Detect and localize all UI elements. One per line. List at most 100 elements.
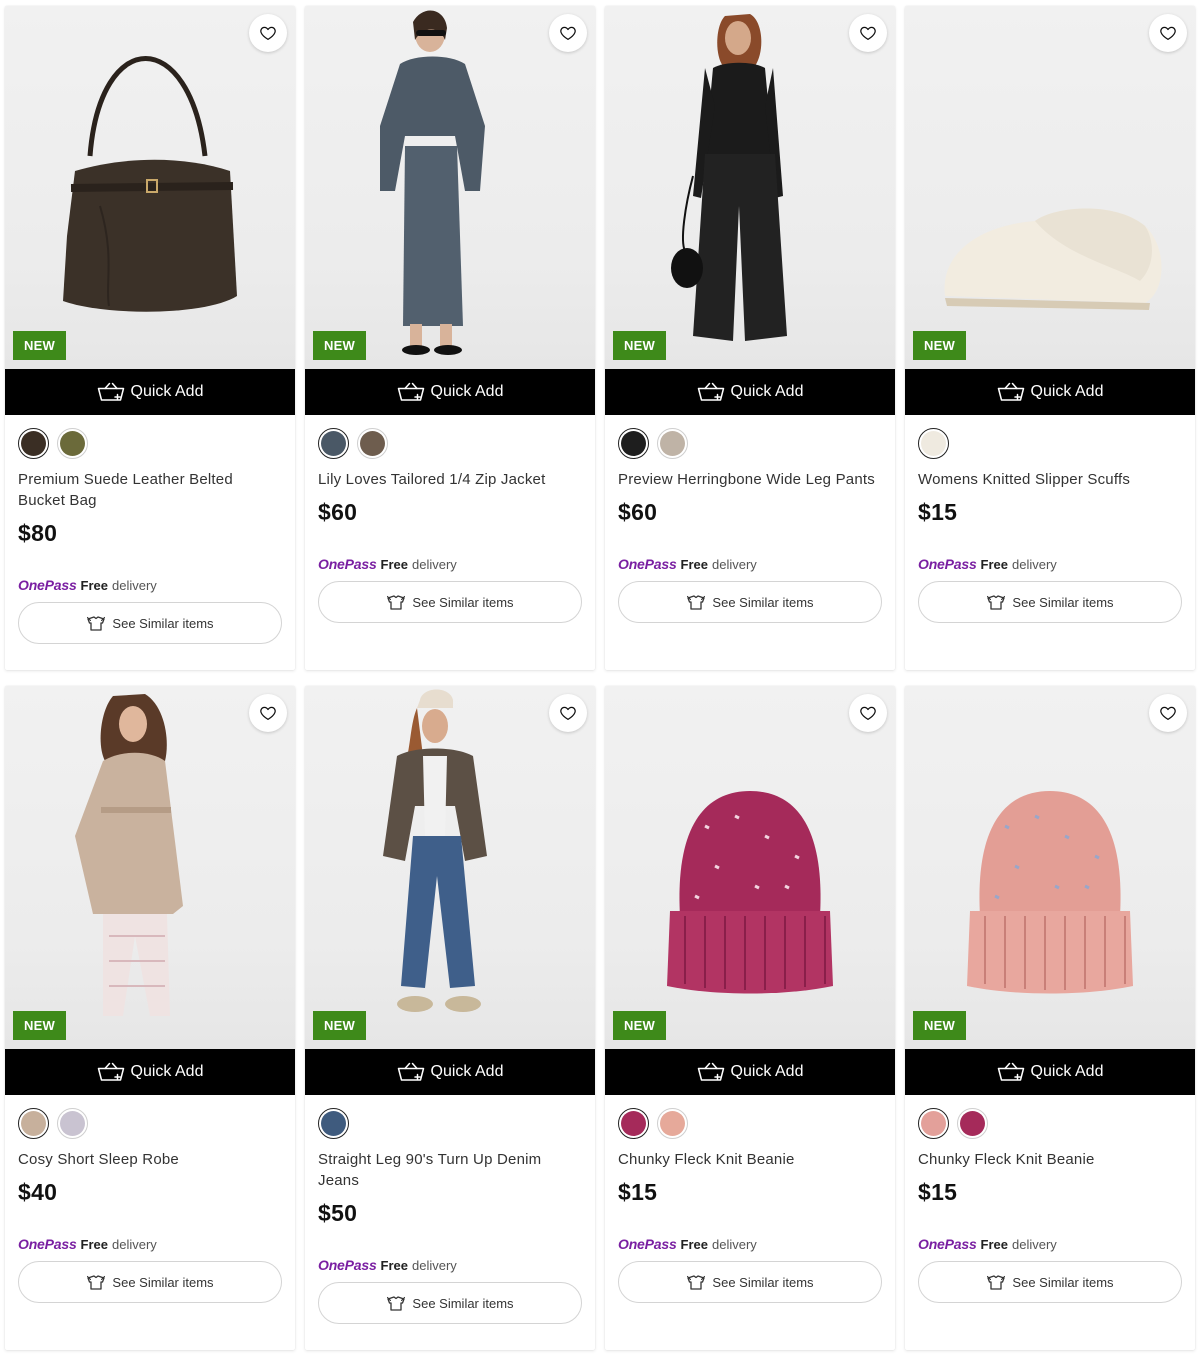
product-card[interactable]: NEW Quick Add Chunky Fleck Knit Beanie $…: [905, 686, 1195, 1350]
similar-items-icon: [87, 616, 106, 631]
free-label: Free: [980, 557, 1008, 572]
free-label: Free: [380, 1258, 408, 1273]
wishlist-button[interactable]: [549, 14, 587, 52]
see-similar-button[interactable]: See Similar items: [918, 581, 1182, 623]
quick-add-button[interactable]: Quick Add: [5, 369, 295, 415]
see-similar-button[interactable]: See Similar items: [618, 581, 882, 623]
onepass-logo: OnePass: [18, 577, 77, 593]
product-image[interactable]: NEW: [305, 686, 595, 1049]
free-label: Free: [380, 557, 408, 572]
product-photo[interactable]: [5, 6, 295, 369]
color-swatch[interactable]: [18, 428, 49, 459]
wishlist-button[interactable]: [249, 14, 287, 52]
product-photo[interactable]: [305, 686, 595, 1049]
quick-add-button[interactable]: Quick Add: [605, 369, 895, 415]
product-price: $60: [618, 499, 658, 525]
see-similar-label: See Similar items: [412, 594, 514, 610]
color-swatch[interactable]: [57, 1108, 88, 1139]
see-similar-button[interactable]: See Similar items: [618, 1261, 882, 1303]
color-swatch[interactable]: [357, 428, 388, 459]
similar-items-icon: [987, 595, 1006, 610]
heart-icon: [560, 706, 576, 721]
quick-add-button[interactable]: Quick Add: [305, 1049, 595, 1095]
onepass-logo: OnePass: [618, 556, 677, 572]
product-title[interactable]: Lily Loves Tailored 1/4 Zip Jacket: [318, 469, 582, 490]
color-swatch[interactable]: [318, 428, 349, 459]
product-image[interactable]: NEW: [605, 686, 895, 1049]
basket-icon: [697, 382, 724, 401]
see-similar-button[interactable]: See Similar items: [18, 602, 282, 644]
color-swatch[interactable]: [618, 428, 649, 459]
color-swatch[interactable]: [318, 1108, 349, 1139]
product-card[interactable]: NEW Quick Add Lily Loves Tailored 1/4 Zi…: [305, 6, 595, 670]
product-card[interactable]: NEW Quick Add Cosy Short Sleep Robe $40 …: [5, 686, 295, 1350]
see-similar-button[interactable]: See Similar items: [18, 1261, 282, 1303]
quick-add-button[interactable]: Quick Add: [905, 369, 1195, 415]
see-similar-button[interactable]: See Similar items: [918, 1261, 1182, 1303]
product-photo[interactable]: [5, 686, 295, 1049]
product-image[interactable]: NEW: [305, 6, 595, 369]
product-title[interactable]: Chunky Fleck Knit Beanie: [918, 1149, 1182, 1170]
product-photo[interactable]: [605, 6, 895, 369]
product-card[interactable]: NEW Quick Add Straight Leg 90's Turn Up …: [305, 686, 595, 1350]
product-image[interactable]: NEW: [605, 6, 895, 369]
product-card[interactable]: NEW Quick Add Premium Suede Leather Belt…: [5, 6, 295, 670]
see-similar-button[interactable]: See Similar items: [318, 1282, 582, 1324]
quick-add-button[interactable]: Quick Add: [305, 369, 595, 415]
color-swatches: [18, 428, 282, 460]
product-card[interactable]: NEW Quick Add Chunky Fleck Knit Beanie $…: [605, 686, 895, 1350]
product-photo[interactable]: [305, 6, 595, 369]
new-badge: NEW: [613, 1011, 666, 1040]
wishlist-button[interactable]: [1149, 14, 1187, 52]
color-swatch-fill: [21, 431, 46, 456]
color-swatch-fill: [60, 1111, 85, 1136]
see-similar-button[interactable]: See Similar items: [318, 581, 582, 623]
color-swatch[interactable]: [18, 1108, 49, 1139]
color-swatches: [918, 1108, 1182, 1140]
delivery-label: delivery: [712, 1237, 757, 1252]
product-price: $80: [18, 520, 58, 546]
see-similar-label: See Similar items: [1012, 594, 1114, 610]
similar-items-icon: [387, 595, 406, 610]
wishlist-button[interactable]: [549, 694, 587, 732]
product-card[interactable]: NEW Quick Add Preview Herringbone Wide L…: [605, 6, 895, 670]
product-title[interactable]: Chunky Fleck Knit Beanie: [618, 1149, 882, 1170]
product-image[interactable]: NEW: [905, 6, 1195, 369]
color-swatch[interactable]: [657, 1108, 688, 1139]
color-swatch[interactable]: [918, 428, 949, 459]
delivery-label: delivery: [112, 578, 157, 593]
quick-add-button[interactable]: Quick Add: [905, 1049, 1195, 1095]
product-image[interactable]: NEW: [5, 686, 295, 1049]
see-similar-label: See Similar items: [712, 594, 814, 610]
product-photo[interactable]: [905, 6, 1195, 369]
product-photo[interactable]: [605, 686, 895, 1049]
onepass-logo: OnePass: [318, 1257, 377, 1273]
wishlist-button[interactable]: [849, 694, 887, 732]
product-title[interactable]: Straight Leg 90's Turn Up Denim Jeans: [318, 1149, 582, 1191]
color-swatch[interactable]: [618, 1108, 649, 1139]
new-badge: NEW: [613, 331, 666, 360]
color-swatch[interactable]: [918, 1108, 949, 1139]
product-price: $40: [18, 1179, 58, 1205]
product-price: $60: [318, 499, 358, 525]
color-swatch-fill: [321, 1111, 346, 1136]
quick-add-button[interactable]: Quick Add: [605, 1049, 895, 1095]
color-swatch[interactable]: [657, 428, 688, 459]
color-swatch[interactable]: [957, 1108, 988, 1139]
wishlist-button[interactable]: [249, 694, 287, 732]
quick-add-button[interactable]: Quick Add: [5, 1049, 295, 1095]
product-image[interactable]: NEW: [905, 686, 1195, 1049]
see-similar-label: See Similar items: [712, 1274, 814, 1290]
product-title[interactable]: Cosy Short Sleep Robe: [18, 1149, 282, 1170]
product-title[interactable]: Womens Knitted Slipper Scuffs: [918, 469, 1182, 490]
color-swatch[interactable]: [57, 428, 88, 459]
delivery-label: delivery: [1012, 1237, 1057, 1252]
product-image[interactable]: NEW: [5, 6, 295, 369]
heart-icon: [260, 26, 276, 41]
product-photo[interactable]: [905, 686, 1195, 1049]
wishlist-button[interactable]: [1149, 694, 1187, 732]
product-title[interactable]: Premium Suede Leather Belted Bucket Bag: [18, 469, 282, 511]
wishlist-button[interactable]: [849, 14, 887, 52]
product-card[interactable]: NEW Quick Add Womens Knitted Slipper Scu…: [905, 6, 1195, 670]
product-title[interactable]: Preview Herringbone Wide Leg Pants: [618, 469, 882, 490]
